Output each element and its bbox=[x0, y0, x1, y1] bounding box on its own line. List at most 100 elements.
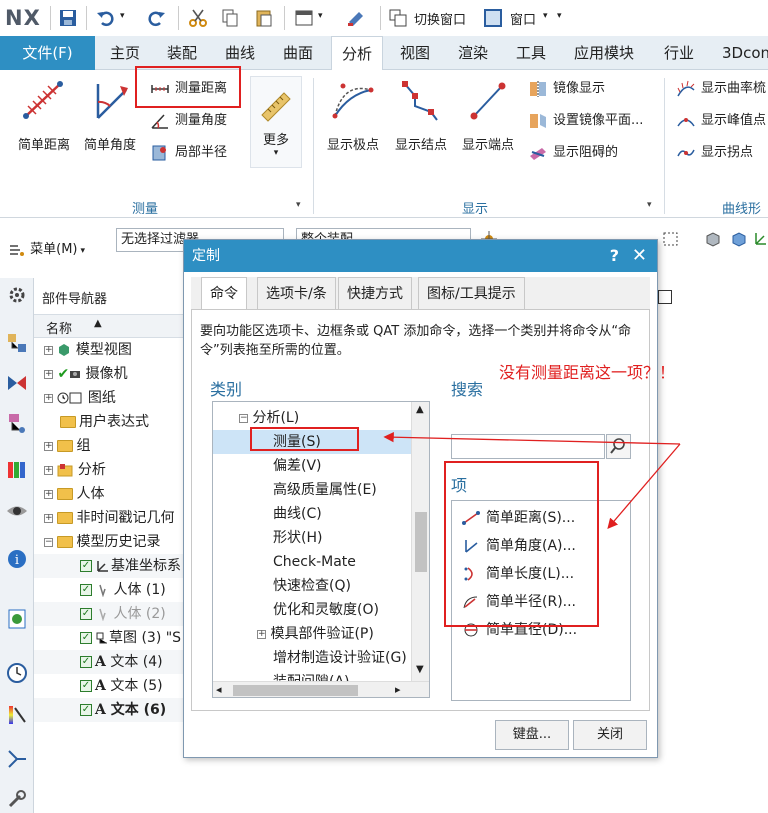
nav-row-groups[interactable]: + 组 bbox=[34, 434, 194, 458]
simple-angle-button[interactable]: 简单角度 bbox=[78, 76, 142, 153]
keyboard-button[interactable]: 键盘... bbox=[495, 720, 569, 750]
simple-distance-button[interactable]: 简单距离 bbox=[8, 76, 80, 153]
nav-row-datum-csys[interactable]: ✓ 基准坐标系 bbox=[34, 554, 194, 578]
nav-row-drawings[interactable]: + 图纸 bbox=[34, 386, 194, 410]
touch-mode-icon[interactable] bbox=[346, 8, 366, 28]
scroll-down-icon[interactable]: ▼ bbox=[416, 664, 424, 675]
category-optimization[interactable]: 优化和灵敏度(O) bbox=[213, 598, 411, 622]
category-advanced-mass[interactable]: 高级质量属性(E) bbox=[213, 478, 411, 502]
tools-icon[interactable] bbox=[6, 788, 28, 810]
save-icon[interactable] bbox=[58, 8, 78, 28]
search-button[interactable] bbox=[606, 434, 631, 459]
tab-curve[interactable]: 曲线 bbox=[225, 36, 255, 70]
collapse-icon[interactable]: − bbox=[239, 413, 248, 423]
menu-button[interactable]: 菜单(M) ▾ bbox=[8, 238, 85, 257]
axes-icon[interactable] bbox=[752, 230, 768, 248]
close-icon[interactable]: ✕ bbox=[632, 240, 647, 272]
undo-dropdown-icon[interactable]: ▾ bbox=[120, 11, 125, 21]
nav-row-body-1[interactable]: ✓ 人体 (1) bbox=[34, 578, 194, 602]
local-radius-button[interactable]: 局部半径 bbox=[150, 142, 227, 164]
show-knots-button[interactable]: 显示结点 bbox=[388, 76, 454, 153]
scroll-thumb[interactable] bbox=[233, 685, 358, 696]
paste-icon[interactable] bbox=[254, 8, 274, 28]
qat-more-icon[interactable]: ▾ bbox=[557, 11, 562, 21]
nav-row-text-5[interactable]: ✓ A 文本 (5) bbox=[34, 674, 194, 698]
scroll-thumb[interactable] bbox=[415, 512, 427, 572]
nav-row-text-4[interactable]: ✓ A 文本 (4) bbox=[34, 650, 194, 674]
expand-icon[interactable]: + bbox=[44, 513, 53, 523]
expand-icon[interactable]: + bbox=[44, 369, 53, 379]
tab-tools[interactable]: 工具 bbox=[516, 36, 546, 70]
tab-analysis[interactable]: 分析 bbox=[331, 36, 384, 71]
category-curve[interactable]: 曲线(C) bbox=[213, 502, 411, 526]
tab-home[interactable]: 主页 bbox=[110, 36, 140, 70]
tab-assembly[interactable]: 装配 bbox=[167, 36, 197, 70]
tab-applications[interactable]: 应用模块 bbox=[574, 36, 634, 70]
roles-icon[interactable] bbox=[6, 748, 28, 770]
nav-row-model-history[interactable]: − 模型历史记录 bbox=[34, 530, 194, 554]
checkbox-checked[interactable]: ✓ bbox=[80, 608, 92, 620]
mirror-display-button[interactable]: 镜像显示 bbox=[528, 78, 605, 100]
tab-view[interactable]: 视图 bbox=[400, 36, 430, 70]
settings-gear-icon[interactable] bbox=[6, 284, 28, 306]
category-check-mate[interactable]: Check-Mate bbox=[213, 550, 411, 574]
category-horizontal-scrollbar[interactable]: ◂ ▸ bbox=[213, 681, 429, 697]
web-browser-icon[interactable] bbox=[6, 608, 28, 630]
close-button[interactable]: 关闭 bbox=[573, 720, 647, 750]
switch-window-label[interactable]: 切换窗口 bbox=[414, 9, 466, 28]
checkbox-checked[interactable]: ✓ bbox=[80, 584, 92, 596]
history-clock-icon[interactable] bbox=[6, 662, 28, 684]
cube-icon[interactable] bbox=[730, 230, 748, 248]
window-layout-icon[interactable] bbox=[294, 8, 314, 28]
checkbox-checked[interactable]: ✓ bbox=[80, 680, 92, 692]
tab-3dcon[interactable]: 3Dcon bbox=[722, 36, 768, 70]
measure-angle-button[interactable]: 测量角度 bbox=[150, 110, 227, 132]
show-inflections-button[interactable]: 显示拐点 bbox=[676, 142, 753, 164]
window-dropdown-icon[interactable]: ▾ bbox=[543, 11, 548, 21]
collapse-icon[interactable]: − bbox=[44, 537, 53, 547]
view-eye-icon[interactable] bbox=[6, 500, 28, 522]
solid-body-icon[interactable] bbox=[704, 230, 722, 248]
redo-icon[interactable] bbox=[146, 8, 166, 28]
expand-icon[interactable]: + bbox=[44, 345, 53, 355]
help-icon[interactable]: ? bbox=[610, 240, 619, 272]
window-icon[interactable] bbox=[483, 8, 503, 28]
nav-row-cameras[interactable]: + ✔ 摄像机 bbox=[34, 362, 194, 386]
cut-icon[interactable] bbox=[188, 8, 208, 28]
search-input[interactable] bbox=[451, 434, 605, 459]
category-deviation[interactable]: 偏差(V) bbox=[213, 454, 411, 478]
system-visualization-icon[interactable] bbox=[6, 704, 28, 726]
assembly-navigator-icon[interactable] bbox=[6, 332, 28, 354]
set-mirror-plane-button[interactable]: 设置镜像平面... bbox=[528, 110, 643, 132]
constraint-navigator-icon[interactable] bbox=[6, 372, 28, 394]
display-group-dropdown-icon[interactable]: ▾ bbox=[647, 200, 652, 210]
show-peaks-button[interactable]: 显示峰值点 bbox=[676, 110, 766, 132]
expand-icon[interactable]: + bbox=[257, 629, 266, 639]
category-shape[interactable]: 形状(H) bbox=[213, 526, 411, 550]
expand-icon[interactable]: + bbox=[44, 465, 53, 475]
more-button[interactable]: 更多 ▾ bbox=[250, 76, 302, 168]
reuse-library-icon[interactable] bbox=[6, 458, 28, 480]
checkbox-checked[interactable]: ✓ bbox=[80, 704, 92, 716]
file-tab[interactable]: 文件(F) bbox=[0, 36, 95, 70]
window-label[interactable]: 窗口 bbox=[510, 9, 536, 28]
expand-icon[interactable]: + bbox=[44, 441, 53, 451]
maximize-icon[interactable] bbox=[658, 290, 672, 304]
tab-render[interactable]: 渲染 bbox=[458, 36, 488, 70]
nav-row-unused-geometry[interactable]: + 非时间戳记几何 bbox=[34, 506, 194, 530]
show-curvature-button[interactable]: 显示曲率梳 bbox=[676, 78, 766, 100]
nav-row-analysis[interactable]: + 分析 bbox=[34, 458, 194, 482]
layout-dropdown-icon[interactable]: ▾ bbox=[318, 11, 323, 21]
show-blocking-button[interactable]: 显示阻碍的 bbox=[528, 142, 618, 164]
nav-row-model-views[interactable]: + 模型视图 bbox=[34, 338, 194, 362]
checkbox-checked[interactable]: ✓ bbox=[80, 632, 92, 644]
scroll-right-icon[interactable]: ▸ bbox=[395, 683, 401, 696]
tab-commands[interactable]: 命令 bbox=[201, 277, 247, 310]
undo-icon[interactable] bbox=[96, 8, 116, 28]
measure-group-dropdown-icon[interactable]: ▾ bbox=[296, 200, 301, 210]
checkbox-checked[interactable]: ✓ bbox=[80, 560, 92, 572]
nav-row-sketch-3[interactable]: ✓ 草图 (3) "S bbox=[34, 626, 194, 650]
tab-surface[interactable]: 曲面 bbox=[283, 36, 313, 70]
tab-icons-tooltips[interactable]: 图标/工具提示 bbox=[418, 277, 525, 309]
show-endpoints-button[interactable]: 显示端点 bbox=[455, 76, 521, 153]
